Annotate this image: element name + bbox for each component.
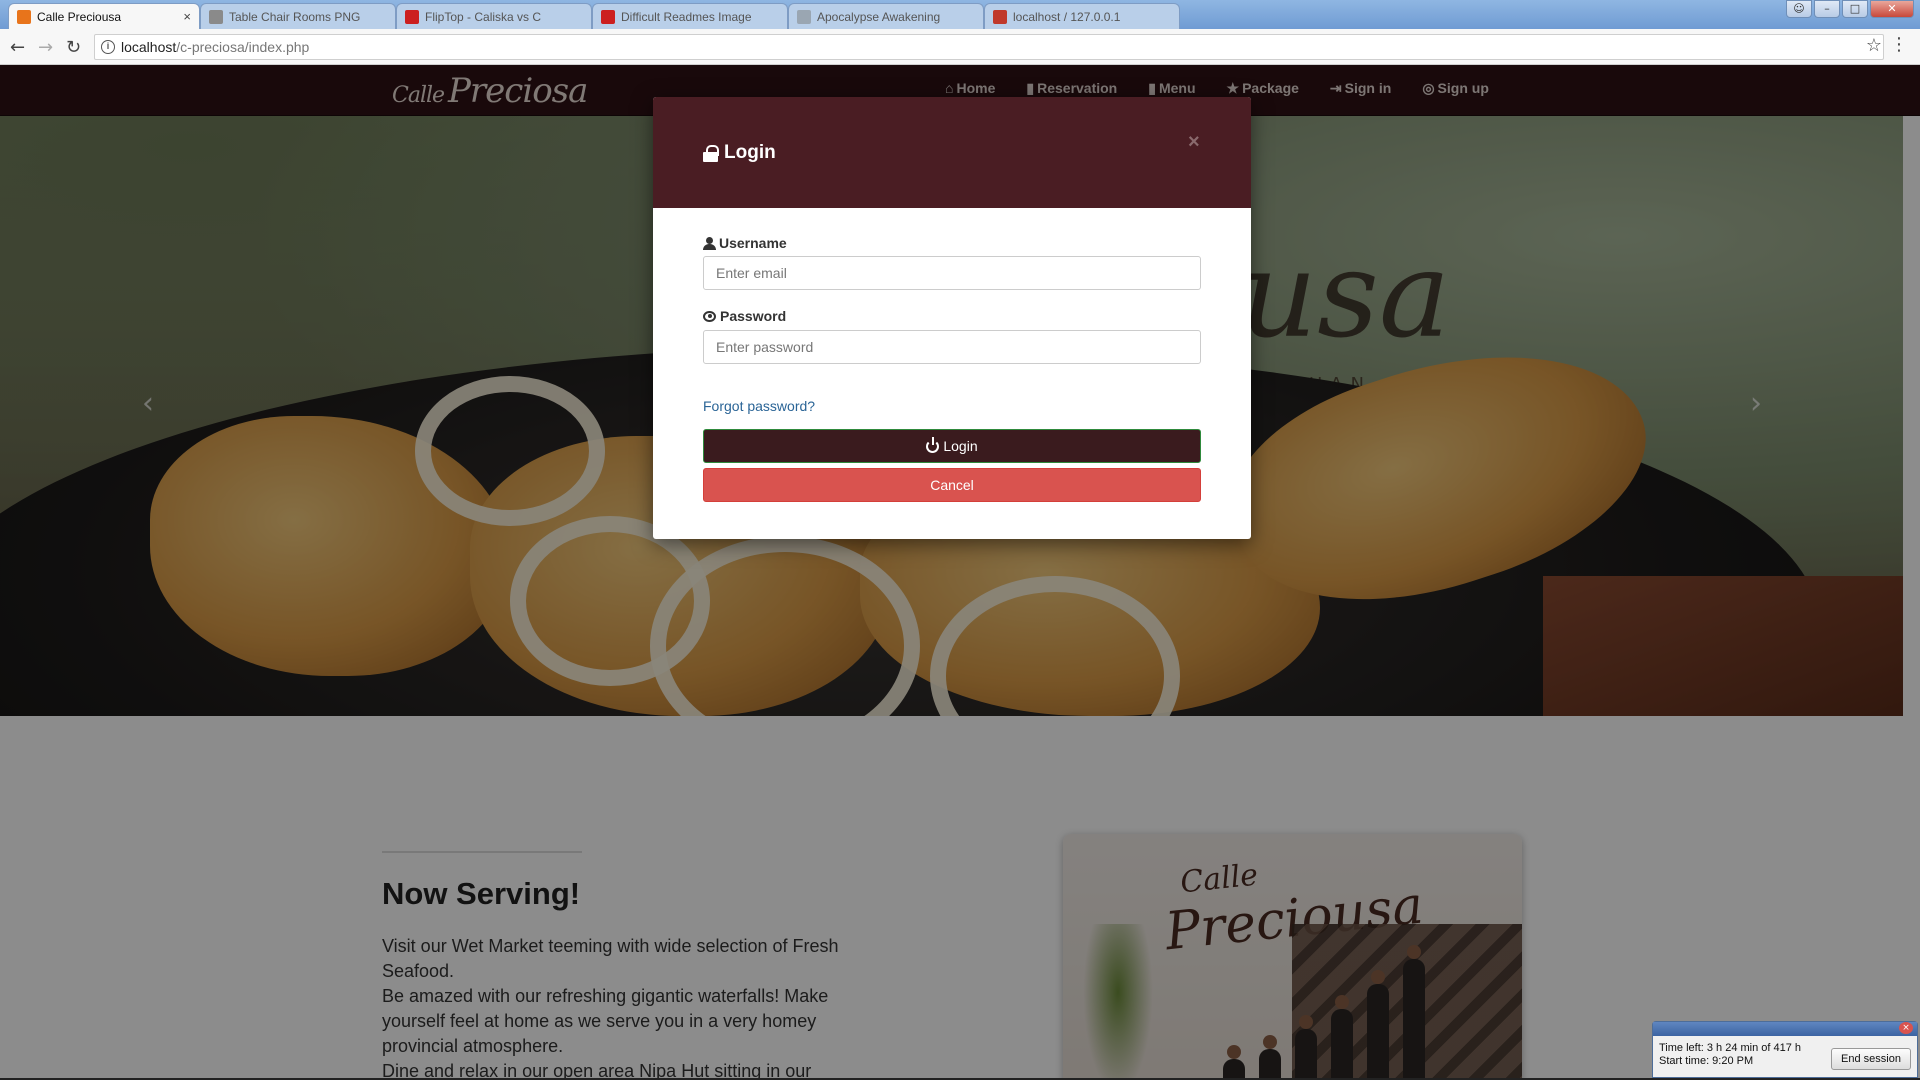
user-profile-icon[interactable]: ☺	[1786, 0, 1812, 18]
page-favicon-icon	[797, 10, 811, 24]
site-info-icon[interactable]: i	[101, 40, 115, 54]
end-session-button[interactable]: End session	[1831, 1048, 1911, 1070]
phpmyadmin-favicon-icon	[993, 10, 1007, 24]
username-input[interactable]	[703, 256, 1201, 290]
tab-title: Apocalypse Awakening	[817, 10, 941, 24]
youtube-favicon-icon	[601, 10, 615, 24]
tab-close-icon[interactable]: ×	[183, 4, 191, 29]
modal-close-icon[interactable]: ×	[1188, 131, 1200, 154]
lock-icon	[703, 145, 719, 162]
session-title-bar[interactable]: ×	[1653, 1022, 1917, 1036]
tab-background[interactable]: Difficult Readmes Image	[592, 3, 788, 29]
tab-background[interactable]: FlipTop - Caliska vs C	[396, 3, 592, 29]
forgot-password-link[interactable]: Forgot password?	[703, 398, 815, 414]
start-time-text: Start time: 9:20 PM	[1659, 1055, 1754, 1067]
tab-title: Calle Preciousa	[37, 10, 122, 24]
modal-title-text: Login	[724, 142, 776, 163]
session-close-icon[interactable]: ×	[1899, 1022, 1913, 1034]
browser-toolbar: ← → ↻ i localhost/c-preciosa/index.php ☆…	[0, 29, 1920, 65]
tab-title: Table Chair Rooms PNG	[229, 10, 361, 24]
window-controls: ☺ – □ ✕	[1786, 0, 1914, 18]
eye-icon	[703, 310, 716, 322]
web-page: Calle Preciosa ⌂ Home ▮ Reservation ▮ Menu ★…	[0, 65, 1920, 1080]
minimize-icon[interactable]: –	[1814, 0, 1840, 18]
tab-title: localhost / 127.0.0.1	[1013, 10, 1121, 24]
browser-tab-bar: Calle Preciousa × Table Chair Rooms PNG …	[0, 0, 1920, 29]
username-label: Username	[703, 235, 787, 251]
maximize-icon[interactable]: □	[1842, 0, 1868, 18]
tab-title: FlipTop - Caliska vs C	[425, 10, 542, 24]
password-label: Password	[703, 308, 786, 324]
page-favicon-icon	[209, 10, 223, 24]
tab-background[interactable]: Table Chair Rooms PNG	[200, 3, 396, 29]
login-modal: Login × Username Password Forgot passwor…	[653, 97, 1251, 539]
window-close-icon[interactable]: ✕	[1870, 0, 1914, 18]
modal-title: Login	[703, 142, 776, 164]
url-text: localhost/c-preciosa/index.php	[121, 39, 310, 55]
session-timer-widget: × Time left: 3 h 24 min of 417 h Start t…	[1652, 1021, 1918, 1078]
browser-menu-icon[interactable]: ⋮	[1890, 34, 1908, 55]
reload-icon[interactable]: ↻	[66, 37, 81, 58]
bookmark-star-icon[interactable]: ☆	[1866, 35, 1882, 56]
tab-title: Difficult Readmes Image	[621, 10, 752, 24]
time-left-text: Time left: 3 h 24 min of 417 h	[1659, 1042, 1802, 1054]
cancel-button[interactable]: Cancel	[703, 468, 1201, 502]
forward-arrow-icon[interactable]: →	[38, 37, 53, 58]
xampp-favicon-icon	[17, 10, 31, 24]
tab-background[interactable]: localhost / 127.0.0.1	[984, 3, 1180, 29]
back-arrow-icon[interactable]: ←	[10, 37, 25, 58]
youtube-favicon-icon	[405, 10, 419, 24]
user-icon	[703, 236, 716, 250]
modal-header: Login ×	[653, 97, 1251, 208]
tab-background[interactable]: Apocalypse Awakening	[788, 3, 984, 29]
password-input[interactable]	[703, 330, 1201, 364]
login-button[interactable]: Login	[703, 429, 1201, 463]
tab-calle-preciousa[interactable]: Calle Preciousa ×	[8, 3, 200, 29]
power-icon	[926, 436, 940, 453]
address-bar[interactable]: i localhost/c-preciosa/index.php	[94, 34, 1884, 60]
session-info: Time left: 3 h 24 min of 417 h Start tim…	[1659, 1042, 1801, 1068]
